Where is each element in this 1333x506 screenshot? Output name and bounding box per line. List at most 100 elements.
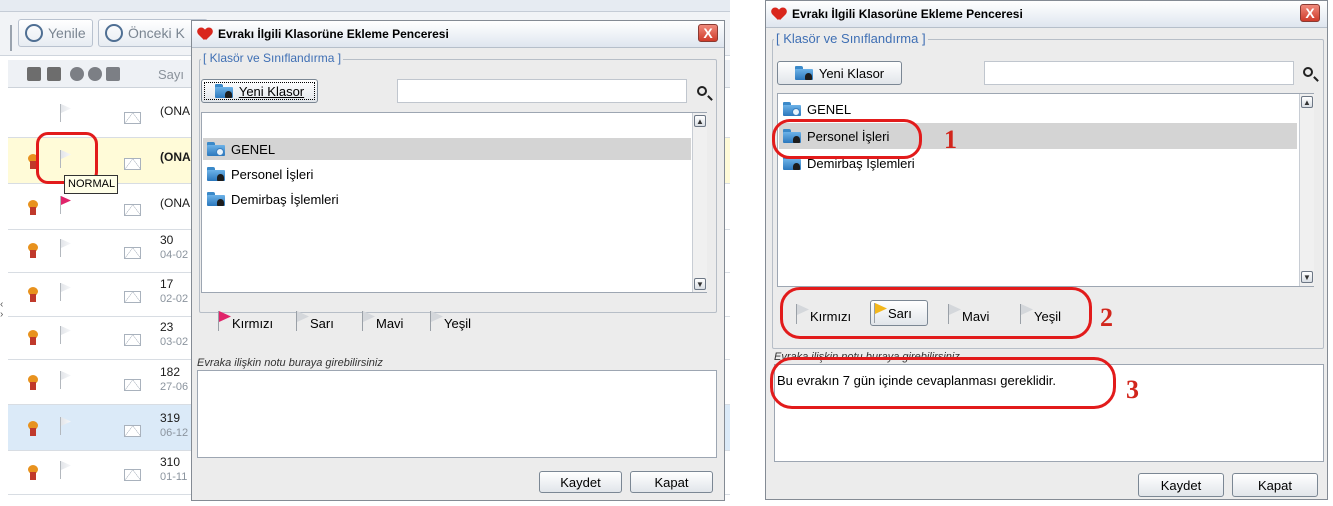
close-button[interactable]: Kapat [1232,473,1318,497]
refresh-button[interactable]: Yenile [18,19,93,47]
flag-grey-icon [362,311,375,331]
row-subject: (ONA [160,150,191,164]
ribbon-icon [28,330,38,345]
folder-list[interactable]: ▲ ▼ GENEL Personel İşleri Demirbaş İşlem… [201,112,707,293]
ribbon-icon [28,287,38,302]
search-icon[interactable] [1303,67,1313,77]
ribbon-icon [28,421,38,436]
flag-option-yellow[interactable]: Sarı [296,311,334,331]
new-folder-button[interactable]: Yeni Klasor [201,79,318,103]
note-textarea[interactable] [197,370,717,458]
row-date: 01-11 [160,471,188,483]
scroll-down-icon[interactable]: ▼ [1301,271,1313,283]
close-icon[interactable]: X [698,24,718,42]
ribbon-icon [28,200,38,215]
refresh-icon [25,24,43,42]
row-subject: 17 [160,277,174,291]
dialog-right: Evrakı İlgili Klasorüne Ekleme Penceresi… [765,0,1328,500]
dialog-title: Evrakı İlgili Klasorüne Ekleme Penceresi [792,7,1023,21]
folder-user-icon [207,192,225,206]
attachment-column-icon[interactable] [106,67,120,81]
envelope-icon [124,469,141,481]
envelope-icon [124,112,141,124]
folder-user-icon [207,167,225,181]
envelope-icon [124,291,141,303]
envelope-icon [124,158,141,170]
toolbar-separator [10,25,12,51]
flag-option-blue[interactable]: Mavi [362,311,403,331]
folder-item-genel[interactable]: GENEL [779,98,1297,120]
flag-column-icon[interactable] [47,67,61,81]
tooltip: NORMAL [64,175,118,194]
search-input[interactable] [984,61,1294,85]
scroll-up-icon[interactable]: ▲ [1301,96,1313,108]
flag-red-icon [218,311,231,331]
collapse-handle[interactable]: ‹ › [0,300,8,340]
envelope-icon [124,379,141,391]
flag-icon[interactable] [60,326,72,344]
flag-option-green[interactable]: Yeşil [430,311,471,331]
row-subject: 319 [160,411,181,425]
dialog-titlebar[interactable]: Evrakı İlgili Klasorüne Ekleme Penceresi [766,1,1327,28]
status-column-icon[interactable] [70,67,84,81]
flag-icon[interactable] [60,371,72,389]
annotation-number-2: 2 [1100,303,1113,332]
row-subject: (ONA [160,196,190,210]
ribbon-icon [28,243,38,258]
envelope-icon [124,334,141,346]
folder-item-demirbas[interactable]: Demirbaş İşlemleri [203,188,691,210]
envelope-icon [124,425,141,437]
close-icon[interactable]: X [1300,4,1320,22]
folder-public-icon [207,142,225,156]
app-logo-icon [198,28,212,40]
save-button[interactable]: Kaydet [1138,473,1224,497]
folder-icon [794,66,813,80]
group-title: [ Klasör ve Sınıflandırma ] [774,31,928,46]
row-date: 06-12 [160,427,189,439]
row-subject: 182 [160,365,181,379]
folder-item-personel[interactable]: Personel İşleri [203,163,691,185]
search-input[interactable] [397,79,687,103]
group-title: [ Klasör ve Sınıflandırma ] [201,51,344,65]
annotation-circle-note [770,357,1116,409]
row-subject: 310 [160,455,181,469]
flag-icon[interactable] [60,104,72,122]
flag-icon[interactable] [60,283,72,301]
folder-icon [214,84,233,98]
ribbon-icon [28,465,38,480]
search-icon[interactable] [697,86,707,96]
priority-column-icon[interactable] [88,67,102,81]
flag-icon[interactable] [60,417,72,435]
new-folder-button[interactable]: Yeni Klasor [777,61,902,85]
dialog-title: Evrakı İlgili Klasorüne Ekleme Penceresi [218,27,449,41]
folder-public-icon [783,102,801,116]
note-label: Evraka ilişkin notu buraya girebilirsini… [197,357,383,369]
left-topbar [0,0,730,12]
column-header-number[interactable]: Sayı [158,67,184,82]
envelope-icon [124,204,141,216]
save-button[interactable]: Kaydet [539,471,622,493]
ribbon-column-icon[interactable] [27,67,41,81]
flag-grey-icon [430,311,443,331]
scroll-down-icon[interactable]: ▼ [694,278,706,290]
row-date: 03-02 [160,336,189,348]
flag-icon[interactable] [60,196,72,214]
app-logo-icon [772,8,786,20]
row-subject: 23 [160,320,174,334]
flag-grey-icon [296,311,309,331]
flag-icon[interactable] [60,461,72,479]
folder-item-genel[interactable]: GENEL [203,138,691,160]
scrollbar[interactable]: ▲ ▼ [1299,94,1314,286]
ribbon-icon [28,375,38,390]
scrollbar[interactable]: ▲ ▼ [692,113,707,292]
flag-icon[interactable] [60,239,72,257]
scroll-up-icon[interactable]: ▲ [694,115,706,127]
annotation-number-1: 1 [944,125,957,154]
row-date: 04-02 [160,249,189,261]
annotation-number-3: 3 [1126,375,1139,404]
flag-option-red[interactable]: Kırmızı [218,311,273,331]
dialog-titlebar[interactable]: Evrakı İlgili Klasorüne Ekleme Penceresi [192,21,724,48]
row-date: 02-02 [160,293,189,305]
close-button[interactable]: Kapat [630,471,713,493]
history-icon [105,24,123,42]
